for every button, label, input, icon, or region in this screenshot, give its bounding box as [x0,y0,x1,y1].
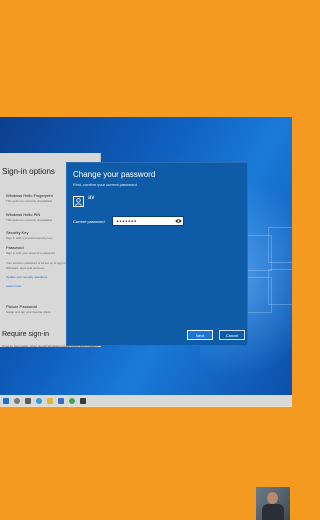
settings-item-pin[interactable]: Windows Hello PIN [6,212,40,217]
next-button[interactable]: Next [187,330,213,340]
user-avatar-icon [73,196,84,207]
taskbar [0,395,292,406]
letterbox-bottom-line [0,406,292,407]
settings-item-security-key[interactable]: Security Key [6,230,28,235]
settings-password-notice: Your account password is all set up to s… [6,261,70,265]
current-password-field[interactable]: ••••••• [112,216,184,226]
settings-item-picture-password-sub: Swipe and tap your favorite photo [6,310,51,314]
wallpaper-logo-pane [268,227,292,263]
search-icon[interactable] [14,397,20,404]
windows-start-icon[interactable] [3,397,9,404]
settings-title: Sign-in options [2,167,55,176]
settings-item-fingerprint-sub: This option is currently unavailable [6,199,53,203]
store-icon[interactable] [58,397,64,404]
settings-item-fingerprint[interactable]: Windows Hello Fingerprint [6,193,53,198]
current-password-label: Current password [73,219,105,224]
user-name: av [88,195,95,201]
require-signin-heading: Require sign-in [2,331,50,338]
chrome-icon[interactable] [69,397,75,404]
edge-icon[interactable] [36,397,42,404]
settings-password-notice-2: Windows, apps and services. [6,266,45,270]
update-security-questions-link[interactable]: Update your security questions [6,275,47,279]
learn-more-link[interactable]: Learn more [6,284,21,288]
dialog-subtitle: First, confirm your current password [73,182,137,187]
dialog-title: Change your password [73,170,156,179]
settings-item-pin-sub: This option is currently unavailable [6,218,53,222]
settings-item-security-key-sub: Sign in with a physical security key [6,236,53,240]
wallpaper-logo-pane [268,269,292,305]
settings-item-picture-password[interactable]: Picture Password [6,304,37,309]
settings-icon[interactable] [80,397,86,404]
change-password-dialog: Change your password First, confirm your… [66,162,248,346]
file-explorer-icon[interactable] [47,397,53,404]
settings-item-password-sub: Sign in with your account's password [6,251,56,255]
settings-item-password[interactable]: Password [6,245,24,250]
webcam-overlay [256,487,290,520]
reveal-password-eye-icon[interactable] [175,218,182,224]
cancel-button[interactable]: Cancel [219,330,245,340]
task-view-icon[interactable] [25,397,31,404]
